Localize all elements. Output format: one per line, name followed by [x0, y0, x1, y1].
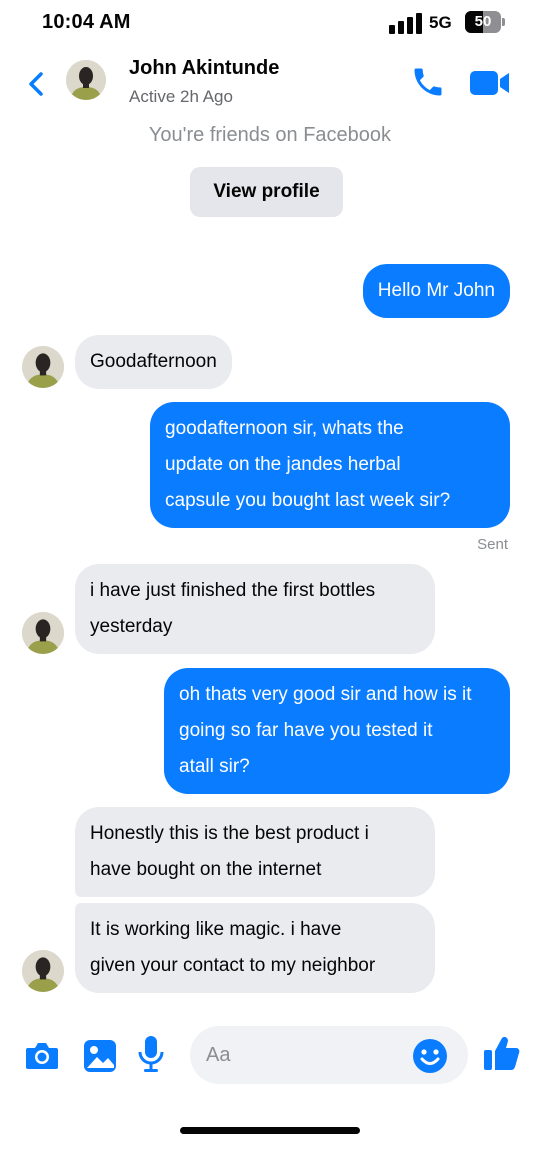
thumbs-up-icon[interactable] [482, 1034, 522, 1074]
message-bubble-incoming[interactable]: i have just finished the first bottles y… [75, 564, 435, 654]
home-indicator[interactable] [180, 1127, 360, 1134]
message-line: goodafternoon sir, whats the [165, 418, 404, 439]
message-bubble-outgoing[interactable]: goodafternoon sir, whats the update on t… [150, 402, 510, 528]
message-line: Hello Mr John [377, 280, 495, 301]
contact-avatar-small[interactable] [22, 346, 64, 388]
message-line: Honestly this is the best product i [90, 823, 369, 844]
chevron-left-icon[interactable] [22, 64, 52, 104]
sent-receipt: Sent [477, 536, 508, 553]
message-line: i have just finished the first bottles [90, 580, 376, 601]
message-line: have bought on the internet [90, 859, 322, 880]
battery-nub [502, 18, 505, 26]
battery-percent: 50 [474, 13, 492, 30]
camera-icon[interactable] [24, 1038, 60, 1077]
friends-note: You're friends on Facebook [148, 124, 392, 146]
battery-icon: 50 [465, 11, 501, 33]
signal-strength-icon [389, 12, 423, 34]
message-line: oh thats very good sir and how is it [179, 684, 472, 705]
gallery-icon[interactable] [82, 1038, 118, 1079]
message-line: It is working like magic. i have [90, 919, 342, 940]
contact-avatar[interactable] [66, 60, 106, 100]
message-bubble-outgoing[interactable]: Hello Mr John [362, 264, 510, 318]
status-time: 10:04 AM [42, 11, 131, 33]
message-composer [0, 1020, 540, 1090]
message-line: capsule you bought last week sir? [165, 490, 451, 511]
message-line: yesterday [90, 616, 173, 637]
contact-name[interactable]: John Akintunde [129, 57, 279, 80]
status-bar: 10:04 AM 5G 50 [0, 0, 540, 44]
message-bubble-incoming[interactable]: It is working like magic. i have given y… [75, 903, 435, 993]
message-line: given your contact to my neighbor [90, 955, 376, 976]
phone-icon[interactable] [410, 64, 446, 100]
microphone-icon[interactable] [136, 1034, 166, 1079]
network-type: 5G [429, 13, 452, 32]
contact-avatar-small[interactable] [22, 612, 64, 654]
message-line: atall sir? [179, 756, 250, 777]
message-bubble-outgoing[interactable]: oh thats very good sir and how is it goi… [164, 668, 510, 794]
message-bubble-incoming[interactable]: Goodafternoon [75, 335, 232, 389]
contact-avatar-small[interactable] [22, 950, 64, 992]
video-camera-icon[interactable] [468, 68, 512, 98]
message-line: update on the jandes herbal [165, 454, 401, 475]
contact-active-status: Active 2h Ago [129, 87, 233, 106]
chat-header: John Akintunde Active 2h Ago [0, 44, 540, 124]
message-line: Goodafternoon [90, 351, 217, 372]
view-profile-button[interactable]: View profile [190, 167, 343, 217]
message-line: going so far have you tested it [179, 720, 433, 741]
emoji-icon[interactable] [412, 1038, 448, 1074]
message-bubble-incoming[interactable]: Honestly this is the best product i have… [75, 807, 435, 897]
